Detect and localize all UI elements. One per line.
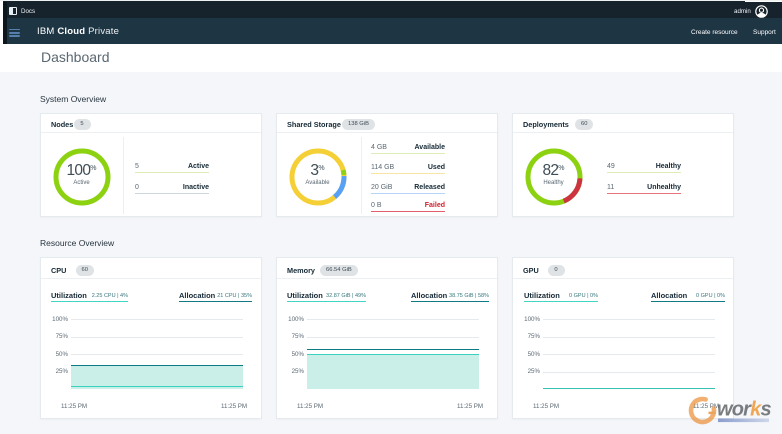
svg-text:works: works (717, 399, 772, 421)
